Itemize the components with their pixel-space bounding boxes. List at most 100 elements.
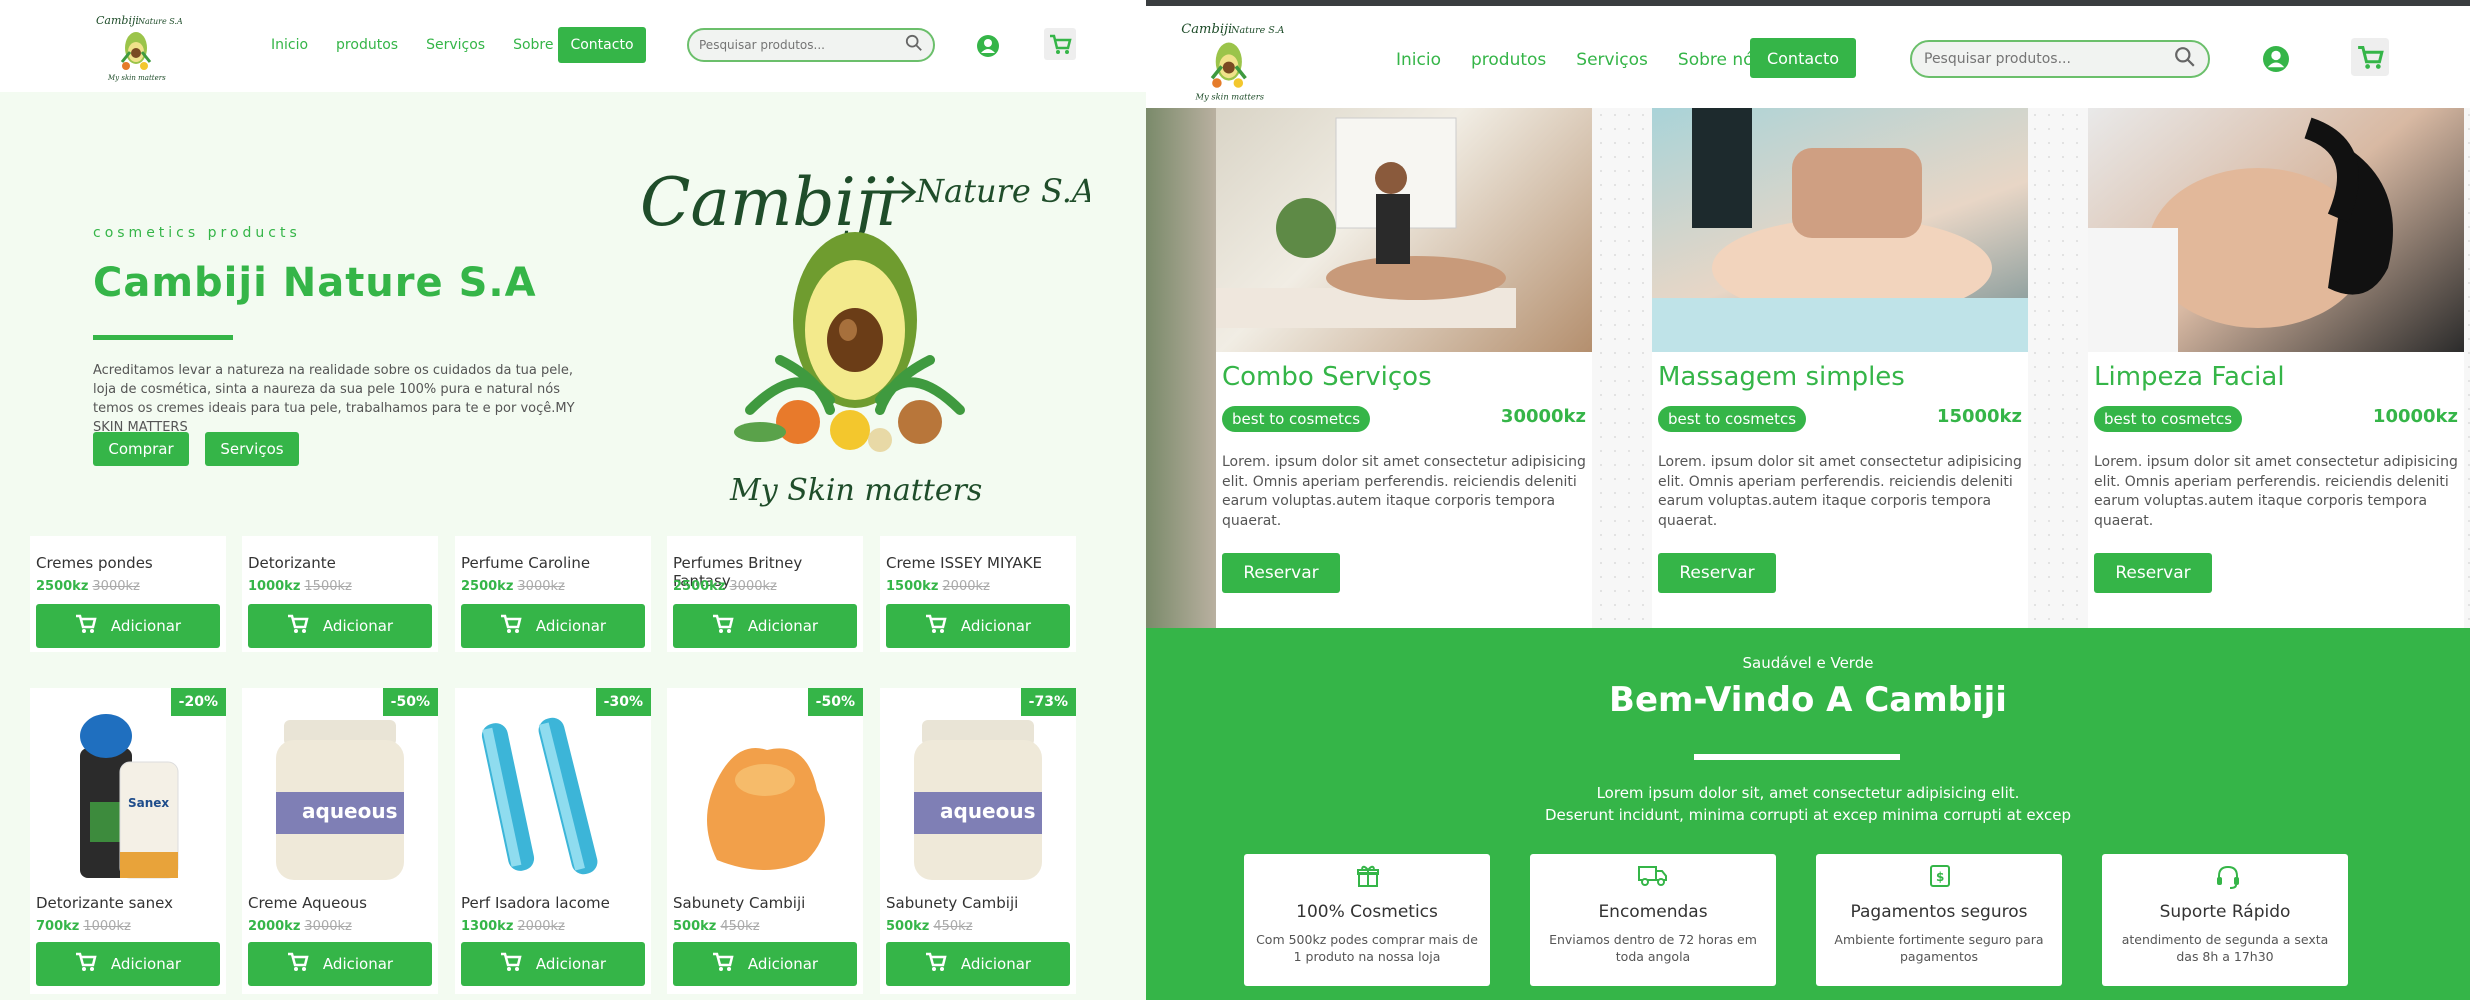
- product-card[interactable]: -20% Sanex Detorizante sanex 700kz 1000kz…: [30, 688, 226, 994]
- nav-servicos[interactable]: Serviços: [426, 37, 485, 53]
- product-old-price: 1500kz: [304, 579, 352, 594]
- product-name: Sabunety Cambiji: [673, 894, 806, 912]
- contact-button[interactable]: Contacto: [1750, 38, 1856, 78]
- nav-inicio[interactable]: Inicio: [271, 37, 308, 53]
- product-current-price: 2500kz: [36, 579, 89, 594]
- add-to-cart-label: Adicionar: [110, 955, 182, 973]
- search-input[interactable]: [699, 38, 905, 52]
- add-to-cart-label: Adicionar: [322, 617, 394, 635]
- cart-icon: [712, 614, 734, 638]
- product-card[interactable]: Cremes pondes 2500kz 3000kz Adicionar: [30, 536, 226, 652]
- nav-produtos[interactable]: produtos: [336, 37, 398, 53]
- reserve-button[interactable]: Reservar: [1222, 553, 1340, 593]
- add-to-cart-label: Adicionar: [960, 955, 1032, 973]
- services-button[interactable]: Serviços: [205, 432, 299, 466]
- add-to-cart-button[interactable]: Adicionar: [461, 942, 645, 986]
- add-to-cart-label: Adicionar: [535, 617, 607, 635]
- service-pill: best to cosmetcs: [1658, 406, 1807, 432]
- product-card[interactable]: -50% aqueous Creme Aqueous 2000kz 3000kz …: [242, 688, 438, 994]
- product-image: aqueous: [900, 710, 1056, 890]
- product-current-price: 2500kz: [461, 579, 514, 594]
- truck-icon: [1638, 864, 1668, 890]
- product-price: 2500kz 3000kz: [461, 579, 565, 594]
- add-to-cart-button[interactable]: Adicionar: [248, 942, 432, 986]
- add-to-cart-button[interactable]: Adicionar: [673, 942, 857, 986]
- nav-servicos[interactable]: Serviços: [1576, 50, 1648, 70]
- brand-logo[interactable]: Cambiji Nature S.A My skin matters: [1176, 14, 1284, 102]
- user-icon[interactable]: [2263, 46, 2289, 76]
- product-price: 500kz 450kz: [673, 919, 760, 934]
- left-page-screenshot: Cambiji Nature S.A My skin matters Inici…: [0, 0, 1146, 1000]
- cart-icon: [75, 952, 97, 976]
- product-card[interactable]: -50% Sabunety Cambiji 500kz 450kz Adicion…: [667, 688, 863, 994]
- product-current-price: 500kz: [886, 919, 930, 934]
- product-name: Creme Aqueous: [248, 894, 367, 912]
- product-current-price: 2000kz: [248, 919, 301, 934]
- svg-text:Cambiji: Cambiji: [1181, 22, 1232, 37]
- reserve-button[interactable]: Reservar: [1658, 553, 1776, 593]
- reserve-button[interactable]: Reservar: [2094, 553, 2212, 593]
- product-old-price: 3000kz: [729, 579, 777, 594]
- product-old-price: 2000kz: [517, 919, 565, 934]
- search-bar: [1910, 40, 2210, 78]
- product-old-price: 450kz: [933, 919, 973, 934]
- service-card: Massagem simples best to cosmetcs 15000k…: [1652, 108, 2028, 628]
- product-current-price: 500kz: [673, 919, 717, 934]
- cart-icon: [925, 952, 947, 976]
- search-icon[interactable]: [2174, 46, 2196, 72]
- cart-icon: [287, 952, 309, 976]
- nav-inicio[interactable]: Inicio: [1396, 50, 1441, 70]
- left-edge-photo: [1146, 108, 1216, 628]
- service-photo: [1216, 108, 1592, 352]
- product-image: aqueous: [262, 710, 418, 890]
- search-icon[interactable]: [905, 34, 923, 56]
- welcome-text-line-2: Deserunt incidunt, minima corrupti at ex…: [1544, 806, 2072, 824]
- cart-icon: [500, 614, 522, 638]
- svg-text:$: $: [1936, 870, 1944, 884]
- product-card[interactable]: -73% aqueous Sabunety Cambiji 500kz 450kz…: [880, 688, 1076, 994]
- product-card[interactable]: Detorizante 1000kz 1500kz Adicionar: [242, 536, 438, 652]
- main-nav: Inicio produtos Serviços Sobre nós: [1396, 50, 1762, 70]
- product-price: 500kz 450kz: [886, 919, 973, 934]
- product-card[interactable]: Creme ISSEY MIYAKE 1500kz 2000kz Adiciona…: [880, 536, 1076, 652]
- add-to-cart-button[interactable]: Adicionar: [886, 942, 1070, 986]
- cart-icon[interactable]: [1044, 28, 1076, 64]
- add-to-cart-button[interactable]: Adicionar: [248, 604, 432, 648]
- nav-produtos[interactable]: produtos: [1471, 50, 1546, 70]
- add-to-cart-button[interactable]: Adicionar: [886, 604, 1070, 648]
- feature-title: 100% Cosmetics: [1296, 902, 1438, 922]
- product-price: 2500kz 3000kz: [673, 579, 777, 594]
- add-to-cart-label: Adicionar: [747, 955, 819, 973]
- service-title: Combo Serviços: [1222, 362, 1432, 392]
- product-card[interactable]: Perfumes Britney Fantasy 2500kz 3000kz Ad…: [667, 536, 863, 652]
- cart-icon: [712, 952, 734, 976]
- add-to-cart-button[interactable]: Adicionar: [36, 604, 220, 648]
- svg-text:Cambiji: Cambiji: [96, 14, 139, 27]
- service-description: Lorem. ipsum dolor sit amet consectetur …: [2094, 454, 2458, 529]
- service-pill: best to cosmetcs: [2094, 406, 2243, 432]
- service-pill: best to cosmetcs: [1222, 406, 1371, 432]
- gift-icon: [1357, 864, 1379, 892]
- add-to-cart-button[interactable]: Adicionar: [673, 604, 857, 648]
- feature-description: Ambiente fortimente seguro para pagament…: [1834, 932, 2044, 964]
- money-icon: $: [1929, 864, 1951, 892]
- service-price: 30000kz: [1500, 406, 1586, 427]
- add-to-cart-button[interactable]: Adicionar: [36, 942, 220, 986]
- welcome-subtitle: Saudável e Verde: [1742, 654, 1874, 672]
- product-card[interactable]: Perfume Caroline 2500kz 3000kz Adicionar: [455, 536, 651, 652]
- svg-text:My skin matters: My skin matters: [107, 74, 166, 82]
- search-input[interactable]: [1924, 51, 2174, 67]
- brand-logo[interactable]: Cambiji Nature S.A My skin matters: [92, 8, 183, 82]
- user-icon[interactable]: [977, 35, 999, 61]
- product-current-price: 1500kz: [886, 579, 939, 594]
- product-old-price: 3000kz: [517, 579, 565, 594]
- cart-icon: [75, 614, 97, 638]
- feature-card: Encomendas Enviamos dentro de 72 horas e…: [1530, 854, 1776, 986]
- add-to-cart-button[interactable]: Adicionar: [461, 604, 645, 648]
- right-page-screenshot: Cambiji Nature S.A My skin matters Inici…: [1146, 0, 2470, 1000]
- buy-button[interactable]: Comprar: [93, 432, 189, 466]
- cart-icon[interactable]: [2351, 38, 2389, 80]
- product-card[interactable]: -30% Perf Isadora lacome 1300kz 2000kz Ad…: [455, 688, 651, 994]
- contact-button[interactable]: Contacto: [558, 27, 646, 63]
- svg-text:Nature S.A: Nature S.A: [1230, 25, 1284, 36]
